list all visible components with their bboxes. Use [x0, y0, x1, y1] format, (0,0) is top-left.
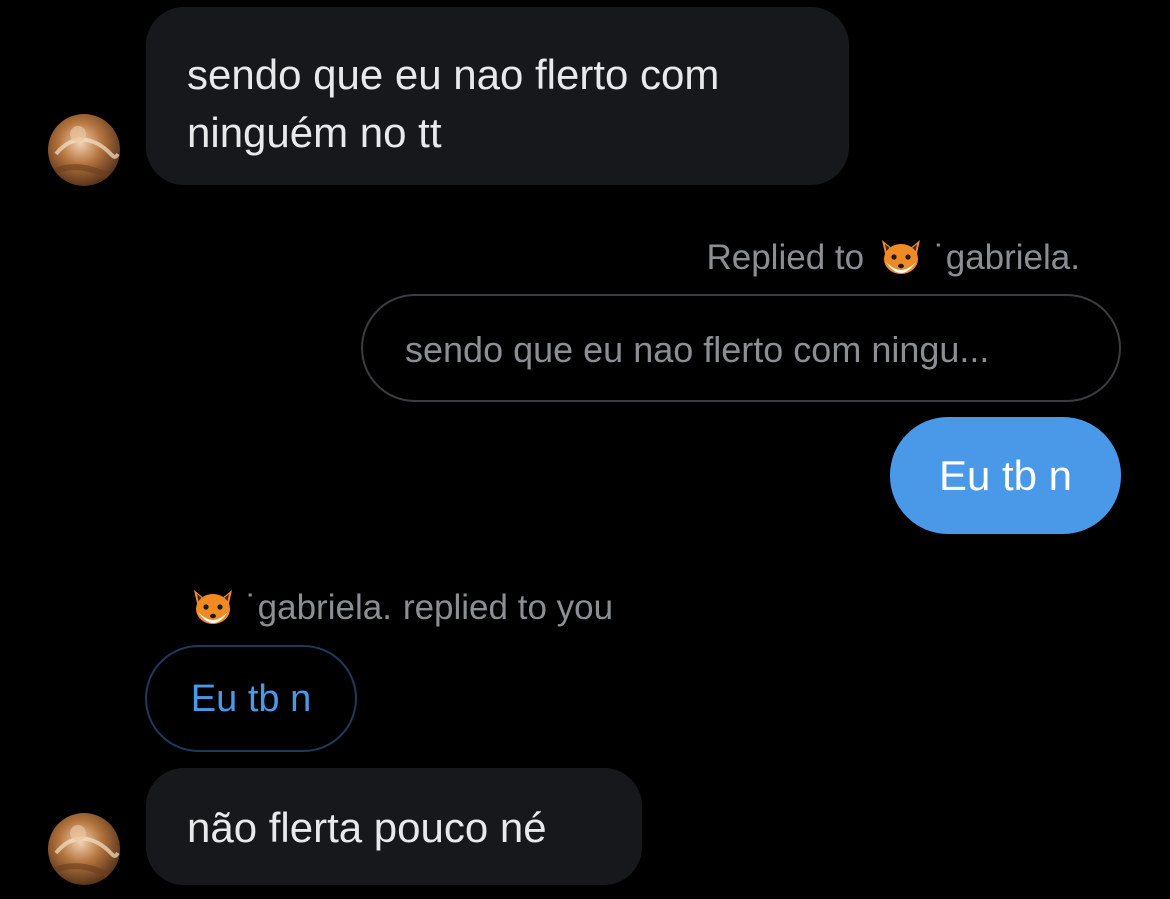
- reply-prefix: Replied to: [706, 238, 865, 277]
- fox-icon: [878, 236, 924, 280]
- fox-icon: [190, 586, 236, 630]
- quoted-message[interactable]: sendo que eu nao flerto com ningu...: [361, 294, 1121, 402]
- avatar-image: [48, 114, 120, 186]
- message-bubble-incoming[interactable]: sendo que eu nao flerto com ninguém no t…: [146, 7, 849, 185]
- message-text: não flerta pouco né: [187, 804, 547, 851]
- reply-target-name: ˙gabriela.: [934, 238, 1080, 277]
- quoted-text: sendo que eu nao flerto com ningu...: [405, 329, 990, 370]
- reply-suffix: replied to you: [402, 588, 614, 627]
- reply-context-header: Replied to ˙gabriela.: [706, 236, 1080, 280]
- reply-context-header: ˙gabriela. replied to you: [190, 586, 613, 630]
- message-bubble-outgoing[interactable]: Eu tb n: [890, 417, 1121, 534]
- quoted-text: Eu tb n: [190, 678, 312, 720]
- quoted-message[interactable]: Eu tb n: [145, 645, 357, 752]
- avatar-image: [48, 813, 120, 885]
- message-bubble-incoming[interactable]: não flerta pouco né: [146, 768, 642, 885]
- message-text: Eu tb n: [938, 452, 1073, 499]
- message-text: sendo que eu nao flerto com ninguém no t…: [187, 51, 720, 156]
- avatar[interactable]: [48, 114, 120, 186]
- replier-name: ˙gabriela.: [246, 588, 392, 627]
- avatar[interactable]: [48, 813, 120, 885]
